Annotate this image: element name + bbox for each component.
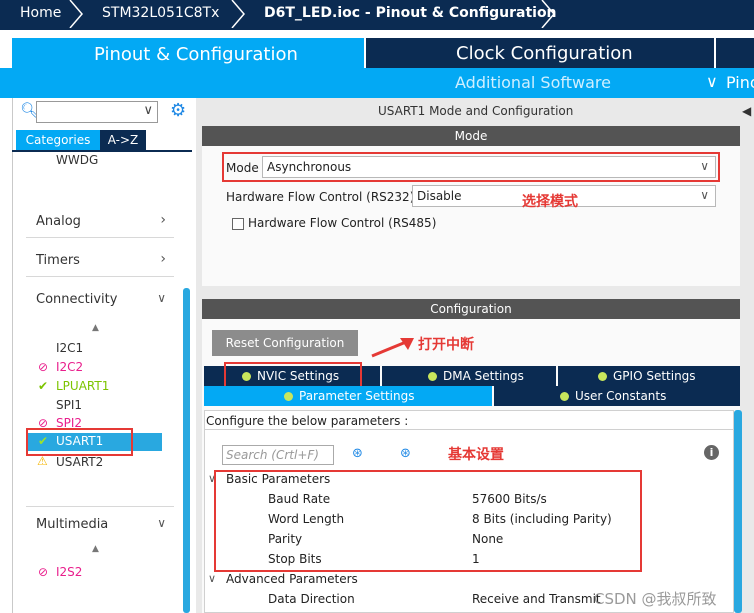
mode-section-header: Mode bbox=[202, 126, 740, 146]
parameter-search-input[interactable]: Search (Crtl+F) bbox=[222, 445, 334, 465]
chevron-down-icon[interactable]: ∨ bbox=[706, 72, 718, 91]
annotation-basic-settings: 基本设置 bbox=[448, 447, 504, 463]
chevron-right-icon: › bbox=[160, 212, 166, 228]
tab-gpio-label: GPIO Settings bbox=[613, 369, 696, 383]
status-dot-icon bbox=[284, 392, 293, 401]
peripheral-i2c1[interactable]: I2C1 bbox=[56, 341, 83, 355]
tab-clock-label: Clock Configuration bbox=[456, 43, 633, 64]
panel-title-bar: USART1 Mode and Configuration bbox=[202, 98, 740, 118]
rs485-checkbox[interactable] bbox=[232, 218, 244, 230]
peripheral-lpuart1[interactable]: LPUART1 bbox=[56, 379, 109, 393]
chevron-down-icon: ∨ bbox=[157, 291, 166, 305]
breadcrumb: Home STM32L051C8Tx D6T_LED.ioc - Pinout … bbox=[0, 0, 754, 30]
tab-user-constants[interactable]: User Constants bbox=[494, 386, 740, 406]
advanced-parameters-header: Advanced Parameters bbox=[226, 572, 358, 586]
chevron-down-icon[interactable]: ∨ bbox=[208, 572, 216, 585]
panel-title: USART1 Mode and Configuration bbox=[378, 104, 574, 118]
check-icon: ✔ bbox=[38, 379, 49, 393]
annotation-enable-interrupt: 打开中断 bbox=[418, 337, 474, 353]
tab-categories[interactable]: Categories bbox=[16, 130, 100, 150]
highlight-basic-parameters bbox=[214, 470, 642, 572]
category-connectivity[interactable]: Connectivity ∨ bbox=[26, 282, 174, 316]
param-data-direction-label: Data Direction bbox=[268, 592, 355, 606]
category-label: Analog bbox=[36, 214, 81, 229]
disabled-icon: ⊘ bbox=[38, 565, 49, 579]
configuration-section-header: Configuration bbox=[202, 299, 740, 319]
tab-a-z[interactable]: A->Z bbox=[100, 130, 146, 150]
gear-icon[interactable]: ⚙ bbox=[170, 100, 186, 121]
peripheral-i2c2[interactable]: I2C2 bbox=[56, 360, 83, 374]
peripheral-spi1[interactable]: SPI1 bbox=[56, 398, 82, 412]
tab-extra[interactable] bbox=[716, 38, 754, 68]
reset-configuration-button[interactable]: Reset Configuration bbox=[212, 330, 358, 356]
left-scrollbar[interactable] bbox=[183, 288, 190, 613]
highlight-usart1 bbox=[26, 428, 133, 456]
breadcrumb-mcu[interactable]: STM32L051C8Tx bbox=[102, 0, 219, 28]
category-label: Connectivity bbox=[36, 292, 118, 307]
parameter-search-placeholder: Search (Crtl+F) bbox=[226, 448, 319, 462]
annotation-select-mode: 选择模式 bbox=[522, 194, 578, 210]
chevron-down-icon: ∨ bbox=[700, 188, 709, 202]
tab-dma-label: DMA Settings bbox=[443, 369, 524, 383]
sort-icon[interactable]: ▲ bbox=[92, 323, 99, 333]
tab-user-constants-label: User Constants bbox=[575, 389, 667, 403]
warning-icon: ⚠ bbox=[37, 454, 48, 468]
configure-text: Configure the below parameters : bbox=[206, 414, 409, 428]
category-label: Timers bbox=[36, 253, 80, 268]
hwflow-rs232-label: Hardware Flow Control (RS232) bbox=[226, 190, 415, 204]
breadcrumb-page: D6T_LED.ioc - Pinout & Configuration bbox=[264, 5, 557, 21]
next-icon[interactable]: ⊛ bbox=[400, 446, 411, 461]
status-dot-icon bbox=[598, 372, 607, 381]
tab-underline bbox=[12, 150, 192, 152]
search-input[interactable]: ∨ bbox=[36, 101, 158, 123]
breadcrumb-separator-icon bbox=[231, 0, 245, 28]
category-analog[interactable]: Analog › bbox=[26, 204, 174, 238]
breadcrumb-separator-icon bbox=[69, 0, 83, 28]
hwflow-rs485-label: Hardware Flow Control (RS485) bbox=[248, 216, 437, 230]
watermark: CSDN @我叔所致 bbox=[594, 590, 717, 608]
chevron-down-icon: ∨ bbox=[157, 516, 166, 530]
breadcrumb-separator-icon bbox=[541, 0, 555, 28]
sort-icon[interactable]: ▲ bbox=[92, 544, 99, 554]
breadcrumb-home[interactable]: Home bbox=[20, 0, 61, 28]
disabled-icon: ⊘ bbox=[38, 360, 49, 374]
left-category-panel: 🔍︎ ∨ ⚙ Categories A->Z WWDG Analog › Tim… bbox=[0, 98, 196, 613]
category-multimedia[interactable]: Multimedia ∨ bbox=[26, 506, 174, 540]
tab-parameter-label: Parameter Settings bbox=[299, 389, 415, 403]
tab-parameter-settings[interactable]: Parameter Settings bbox=[204, 386, 492, 406]
collapse-icon[interactable]: ◀ bbox=[742, 104, 751, 118]
category-timers[interactable]: Timers › bbox=[26, 243, 174, 277]
tab-gpio-settings[interactable]: GPIO Settings bbox=[558, 366, 740, 386]
parameter-scrollbar[interactable] bbox=[734, 410, 742, 613]
arrow-annotation-icon bbox=[371, 338, 414, 358]
peripheral-wwdg[interactable]: WWDG bbox=[56, 153, 98, 167]
param-data-direction-value[interactable]: Receive and Transmit bbox=[472, 592, 601, 606]
category-label: Multimedia bbox=[36, 517, 109, 532]
status-dot-icon bbox=[560, 392, 569, 401]
peripheral-usart2[interactable]: USART2 bbox=[56, 455, 103, 469]
previous-icon[interactable]: ⊛ bbox=[352, 446, 363, 461]
divider bbox=[204, 429, 734, 430]
tab-additional-software[interactable]: Additional Software bbox=[455, 73, 611, 92]
status-dot-icon bbox=[428, 372, 437, 381]
tab-pinout-label: Pinout & Configuration bbox=[94, 44, 298, 65]
info-icon[interactable]: i bbox=[704, 445, 719, 460]
tab-pinout-view[interactable]: Pino bbox=[726, 73, 754, 92]
tab-clock-configuration[interactable]: Clock Configuration bbox=[366, 38, 714, 68]
chevron-down-icon[interactable]: ∨ bbox=[143, 103, 153, 118]
peripheral-i2s2[interactable]: I2S2 bbox=[56, 565, 82, 579]
secondary-tab-bar: Additional Software ∨ Pino bbox=[0, 68, 754, 98]
usart1-config-panel: USART1 Mode and Configuration ◀ Mode Mod… bbox=[196, 98, 754, 613]
hwflow-rs232-value: Disable bbox=[417, 189, 462, 203]
highlight-mode bbox=[222, 152, 720, 182]
chevron-right-icon: › bbox=[160, 251, 166, 267]
tab-dma-settings[interactable]: DMA Settings bbox=[382, 366, 556, 386]
